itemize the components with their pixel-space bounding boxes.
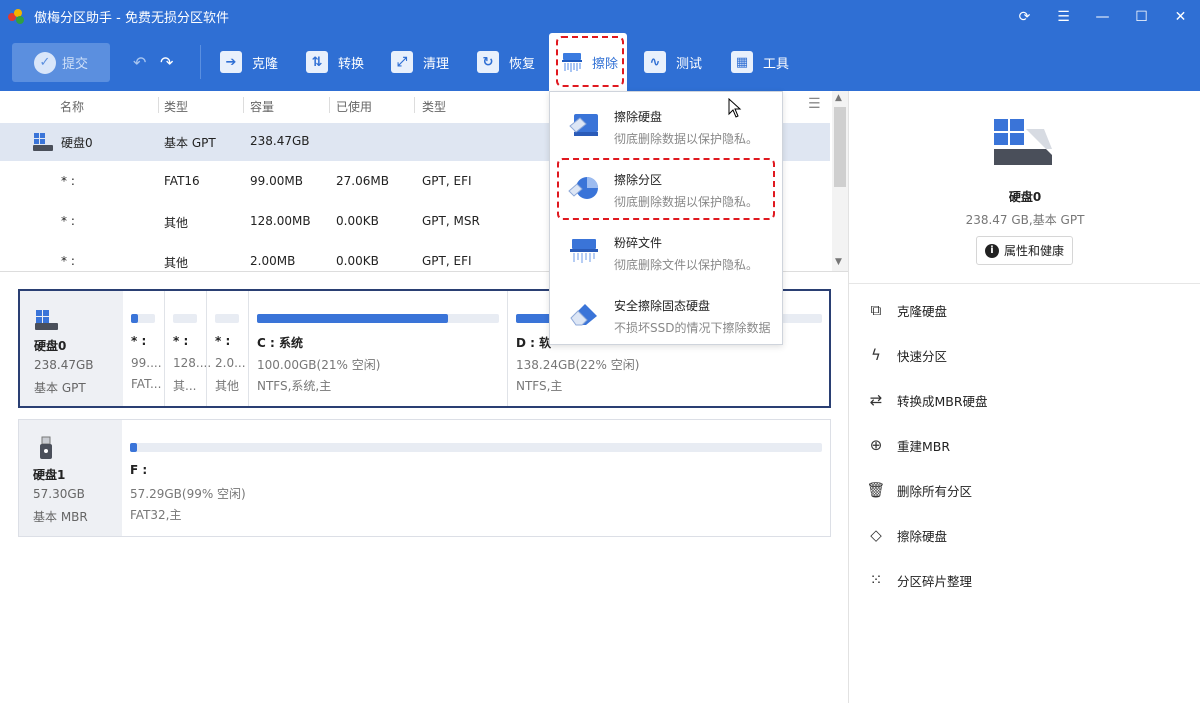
disk-large-icon [994, 119, 1052, 165]
toolbar-clone[interactable]: ➔ 克隆 [220, 46, 278, 78]
op-defrag[interactable]: ⁙ 分区碎片整理 [867, 568, 972, 592]
trash-icon: 🗑 [866, 481, 886, 499]
wipe-disk-icon [569, 114, 598, 136]
partition-usage-bar [130, 443, 137, 452]
scroll-up-icon[interactable]: ▲ [835, 93, 842, 103]
mouse-cursor-icon [728, 98, 742, 118]
op-quick-partition[interactable]: ϟ 快速分区 [867, 343, 947, 367]
convert-arrows-icon: ⇄ [869, 391, 883, 409]
op-convert-mbr[interactable]: ⇄ 转换成MBR硬盘 [867, 388, 988, 412]
toolbar-clean[interactable]: ⤢ 清理 [391, 46, 449, 78]
close-button[interactable]: ✕ [1161, 0, 1200, 33]
refresh-icon[interactable]: ⟳ [1005, 0, 1044, 33]
selected-disk-name: 硬盘0 [1008, 190, 1042, 204]
disk-icon [35, 310, 58, 330]
op-clone-disk[interactable]: ⧉ 克隆硬盘 [867, 298, 947, 322]
window-title: 傲梅分区助手 - 免费无损分区软件 [34, 11, 229, 26]
col-name[interactable]: 名称 [60, 98, 84, 115]
column-options-icon[interactable]: ☰ [808, 96, 821, 112]
partition-usage-bar [131, 314, 139, 323]
toolbar-test[interactable]: ∿ 测试 [644, 46, 702, 78]
title-bar: 傲梅分区助手 - 免费无损分区软件 ⟳ ☰ — ☐ ✕ [0, 0, 1200, 33]
info-icon: i [984, 243, 999, 258]
wipe-highlight-outline [556, 36, 624, 87]
table-scrollbar[interactable]: ▲ ▼ [832, 91, 848, 271]
wipe-partition-highlight-outline [557, 158, 775, 220]
undo-icon[interactable]: ↶ [133, 53, 146, 72]
toolbar-recover[interactable]: ↻ 恢复 [477, 46, 535, 78]
col-type[interactable]: 类型 [164, 98, 188, 115]
defrag-dots-icon: ⁙ [869, 571, 883, 589]
op-delete-all-partitions[interactable]: 🗑 删除所有分区 [866, 478, 972, 502]
partition-block[interactable]: * : 2.0... 其他 [207, 291, 248, 406]
ssd-eraser-icon [570, 304, 597, 326]
eraser-icon: ◇ [870, 526, 882, 544]
lightning-icon: ϟ [871, 346, 881, 364]
check-icon: ✓ [33, 51, 56, 74]
tools-grid-icon: ▦ [731, 51, 753, 73]
redo-icon[interactable]: ↷ [160, 53, 173, 72]
shred-file-icon [570, 239, 598, 263]
partition-usage-bar [257, 314, 449, 323]
disk-icon [33, 133, 53, 151]
minimize-button[interactable]: — [1083, 0, 1122, 33]
disk0-info: 硬盘0 238.47GB 基本 GPT [20, 291, 123, 406]
right-panel: 硬盘0 238.47 GB,基本 GPT i 属性和健康 ⧉ 克隆硬盘 ϟ 快速分区… [848, 91, 1200, 703]
partition-block[interactable]: C : 系统 100.00GB(21% 空闲) NTFS,系统,主 [249, 291, 507, 406]
submit-button[interactable]: ✓ 提交 [12, 43, 110, 82]
menu-item-secure-erase-ssd[interactable]: 安全擦除固态硬盘 不损坏SSD的情况下擦除数据 [550, 283, 784, 343]
clone-disk-icon: ⧉ [870, 301, 882, 319]
menu-item-shred-files[interactable]: 粉碎文件 彻底删除文件以保护隐私。 [550, 220, 784, 280]
op-rebuild-mbr[interactable]: ⊕ 重建MBR [867, 433, 950, 457]
scroll-thumb[interactable] [834, 107, 846, 187]
menu-icon[interactable]: ☰ [1044, 0, 1083, 33]
col-fs[interactable]: 类型 [422, 98, 446, 115]
usb-drive-icon [40, 436, 52, 459]
toolbar-tools[interactable]: ▦ 工具 [731, 46, 789, 78]
toolbar-divider [200, 45, 201, 79]
partition-block[interactable]: F : 57.29GB(99% 空闲) FAT32,主 [122, 420, 830, 536]
col-used[interactable]: 已使用 [336, 98, 372, 115]
rebuild-plus-icon: ⊕ [869, 436, 883, 454]
clean-icon: ⤢ [391, 51, 413, 73]
maximize-button[interactable]: ☐ [1122, 0, 1161, 33]
op-wipe-disk[interactable]: ◇ 擦除硬盘 [867, 523, 947, 547]
app-logo-icon [8, 8, 24, 25]
selected-disk-info: 238.47 GB,基本 GPT [965, 213, 1085, 227]
toolbar-convert[interactable]: ⇅ 转换 [306, 46, 364, 78]
recover-icon: ↻ [477, 51, 499, 73]
disk1-card[interactable]: 硬盘1 57.30GB 基本 MBR F : 57.29GB(99% 空闲) F… [18, 419, 831, 537]
scroll-down-icon[interactable]: ▼ [835, 257, 842, 267]
disk1-info: 硬盘1 57.30GB 基本 MBR [19, 420, 122, 536]
col-capacity[interactable]: 容量 [250, 98, 274, 115]
pulse-icon: ∿ [644, 51, 666, 73]
convert-icon: ⇅ [306, 51, 328, 73]
disk-summary: 硬盘0 238.47 GB,基本 GPT i 属性和健康 [849, 91, 1200, 284]
properties-health-button[interactable]: i 属性和健康 [976, 236, 1073, 265]
menu-item-wipe-disk[interactable]: 擦除硬盘 彻底删除数据以保护隐私。 [550, 94, 784, 154]
partition-block[interactable]: * : 128.... 其... [165, 291, 211, 406]
partition-block[interactable]: * : 99.... FAT... [123, 291, 164, 406]
clone-icon: ➔ [220, 51, 242, 73]
